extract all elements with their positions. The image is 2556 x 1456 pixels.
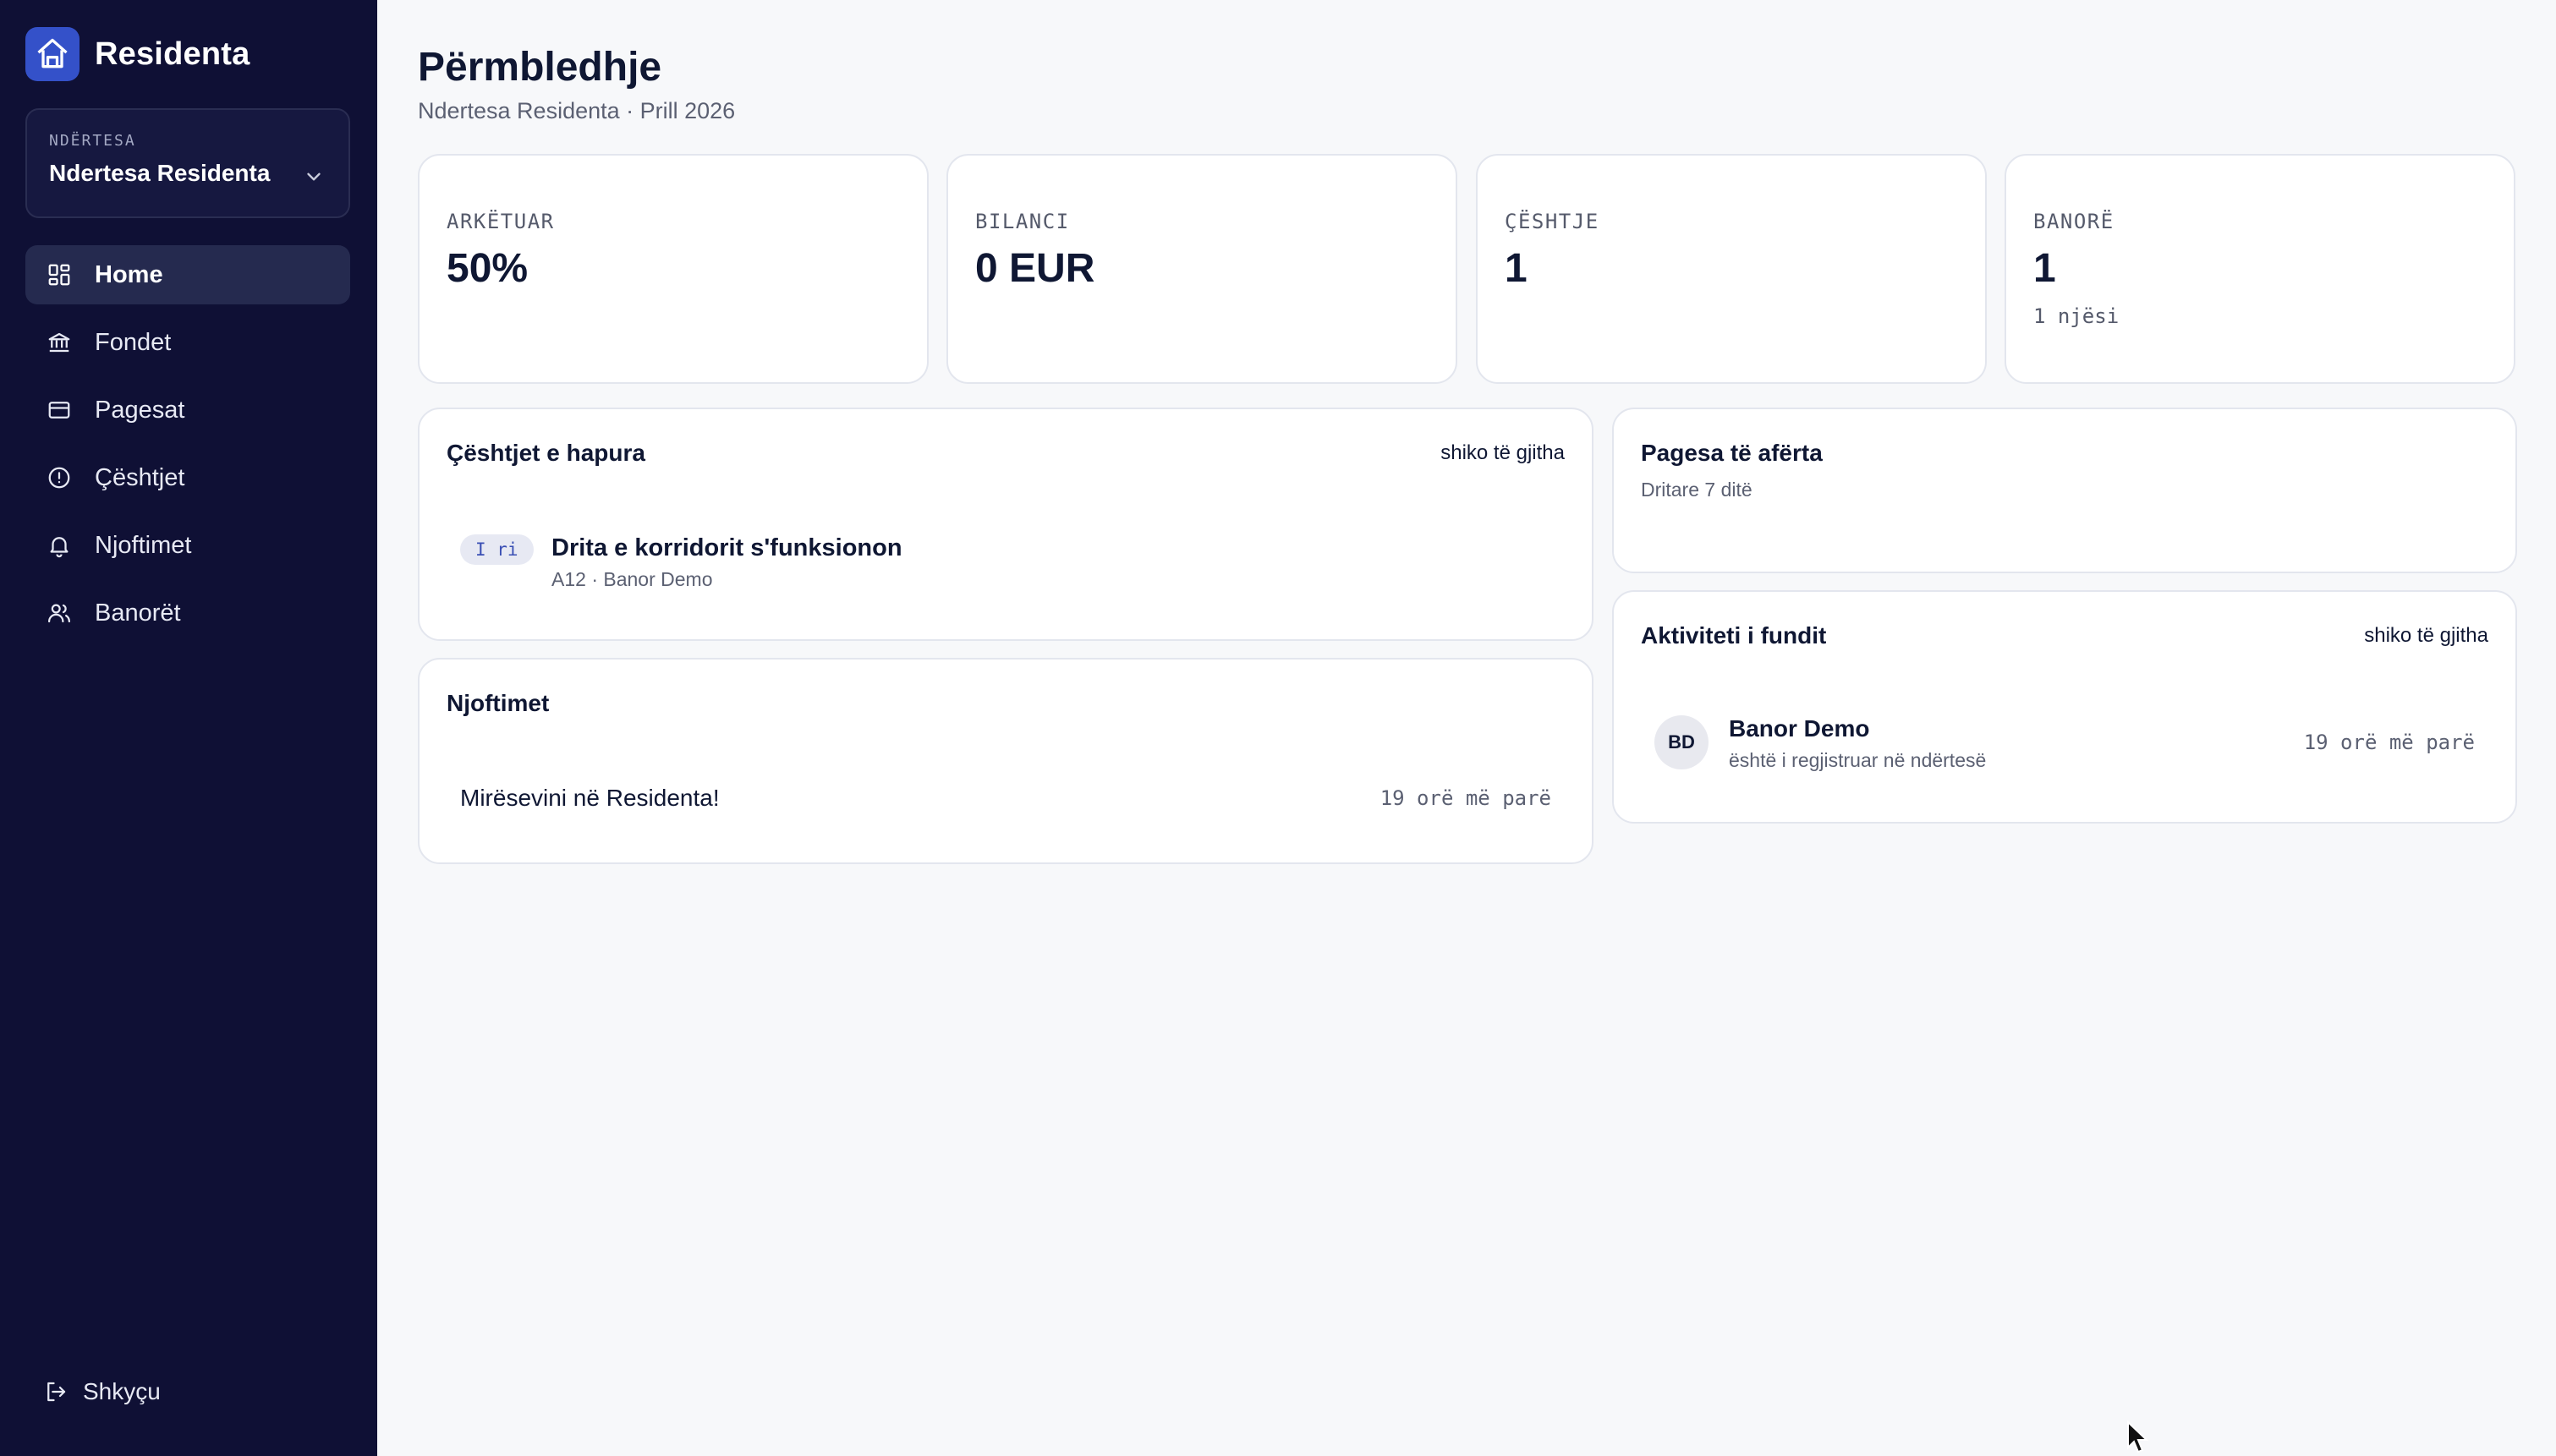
sidebar-item-fondet[interactable]: Fondet xyxy=(25,313,350,372)
sidebar-item-label: Njoftimet xyxy=(95,531,192,559)
mouse-cursor-icon xyxy=(2126,1420,2150,1456)
sidebar-item-label: Çështjet xyxy=(95,463,185,491)
stat-card-residents: BANORË 1 1 njësi xyxy=(2005,154,2515,384)
page-title: Përmbledhje xyxy=(418,45,662,90)
users-icon xyxy=(46,599,73,627)
logout-icon xyxy=(42,1378,69,1405)
stat-label: ARKËTUAR xyxy=(447,210,555,233)
sidebar-item-home[interactable]: Home xyxy=(25,245,350,304)
sidebar-item-pagesat[interactable]: Pagesat xyxy=(25,380,350,440)
sidebar-item-label: Home xyxy=(95,260,163,288)
card-title: Pagesa të afërta xyxy=(1641,440,1823,466)
bell-icon xyxy=(46,532,73,559)
logout-label: Shkyçu xyxy=(83,1378,161,1404)
card-icon xyxy=(46,397,73,424)
stat-label: ÇËSHTJE xyxy=(1505,210,1599,233)
sidebar-item-label: Fondet xyxy=(95,328,172,356)
notices-card: Njoftimet Mirësevini në Residenta! 19 or… xyxy=(418,658,1593,864)
alert-circle-icon xyxy=(46,464,73,491)
sidebar: Residenta NDËRTESA Ndertesa Residenta Ho… xyxy=(0,0,377,1456)
brand[interactable]: Residenta xyxy=(25,27,250,81)
page-subtitle: Ndertesa Residenta · Prill 2026 xyxy=(418,98,736,123)
see-all-activity-link[interactable]: shiko të gjitha xyxy=(2364,624,2488,648)
activity-name: Banor Demo xyxy=(1729,715,1870,742)
activity-time: 19 orë më parë xyxy=(2303,731,2475,754)
stat-value: 1 xyxy=(1505,246,1528,291)
stat-card-issues: ÇËSHTJE 1 xyxy=(1476,154,1987,384)
chevron-down-icon xyxy=(303,166,325,192)
notice-item-time: 19 orë më parë xyxy=(1379,786,1551,810)
grid-icon xyxy=(46,261,73,288)
card-subtitle: Dritare 7 ditë xyxy=(1641,479,1752,501)
sidebar-item-njoftimet[interactable]: Njoftimet xyxy=(25,516,350,575)
building-selector-value: Ndertesa Residenta xyxy=(49,160,271,186)
sidebar-item-ceshtjet[interactable]: Çështjet xyxy=(25,448,350,507)
bank-icon xyxy=(46,329,73,356)
recent-activity-card: Aktiviteti i fundit shiko të gjitha BD B… xyxy=(1612,590,2517,824)
stat-sub: 1 njësi xyxy=(2033,304,2120,328)
app-name: Residenta xyxy=(95,36,250,72)
stat-value: 50% xyxy=(447,246,529,291)
stat-card-collected: ARKËTUAR 50% xyxy=(418,154,929,384)
avatar: BD xyxy=(1654,715,1709,769)
issue-meta: A12 · Banor Demo xyxy=(551,568,713,590)
stat-card-balance: BILANCI 0 EUR xyxy=(946,154,1457,384)
activity-description: është i regjistruar në ndërtesë xyxy=(1729,749,1987,771)
sidebar-nav: Home Fondet Pagesat Çështjet Njoftimet B… xyxy=(25,245,350,651)
building-selector-label: NDËRTESA xyxy=(49,132,136,150)
notice-item-text[interactable]: Mirësevini në Residenta! xyxy=(460,785,720,812)
stat-value: 0 EUR xyxy=(975,246,1095,291)
stat-label: BILANCI xyxy=(975,210,1070,233)
sidebar-item-label: Pagesat xyxy=(95,396,185,424)
issue-title[interactable]: Drita e korridorit s'funksionon xyxy=(551,534,902,562)
open-issues-card: Çështjet e hapura shiko të gjitha I ri D… xyxy=(418,408,1593,641)
sidebar-item-banoret[interactable]: Banorët xyxy=(25,583,350,643)
card-title: Çështjet e hapura xyxy=(447,440,645,466)
logout-button[interactable]: Shkyçu xyxy=(42,1378,161,1405)
see-all-issues-link[interactable]: shiko të gjitha xyxy=(1440,441,1565,465)
building-selector[interactable]: NDËRTESA Ndertesa Residenta xyxy=(25,108,350,218)
card-title: Njoftimet xyxy=(447,690,550,716)
house-logo-icon xyxy=(25,27,80,81)
stat-label: BANORË xyxy=(2033,210,2114,233)
upcoming-payments-card: Pagesa të afërta Dritare 7 ditë xyxy=(1612,408,2517,573)
card-title: Aktiviteti i fundit xyxy=(1641,622,1827,649)
sidebar-item-label: Banorët xyxy=(95,599,181,627)
stat-value: 1 xyxy=(2033,246,2056,291)
status-badge: I ri xyxy=(460,534,534,565)
